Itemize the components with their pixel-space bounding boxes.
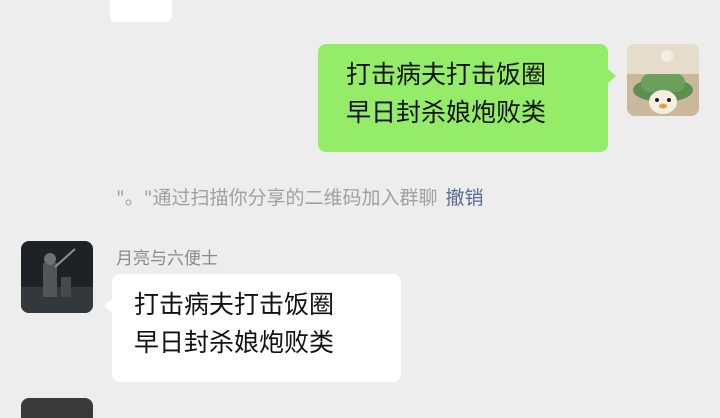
received-message-bubble[interactable]: 打击病夫打击饭圈 早日封杀娘炮败类 [104, 274, 401, 382]
previous-message-bubble [110, 0, 172, 22]
system-notice-text: "。"通过扫描你分享的二维码加入群聊 [116, 187, 438, 209]
next-message-avatar [21, 398, 93, 418]
self-avatar[interactable] [627, 44, 699, 116]
sender-avatar[interactable] [21, 241, 93, 313]
sender-name: 月亮与六便士 [116, 249, 218, 269]
self-message-bubble[interactable]: 打击病夫打击饭圈 早日封杀娘炮败类 [318, 44, 616, 152]
system-notice: "。"通过扫描你分享的二维码加入群聊 撤销 [116, 183, 484, 210]
recall-link[interactable]: 撤销 [445, 187, 483, 209]
